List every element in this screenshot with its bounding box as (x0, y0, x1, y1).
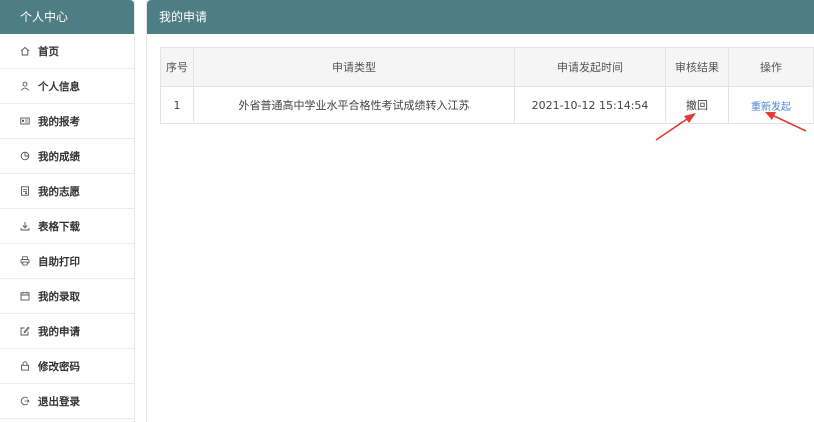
column-header-index: 序号 (160, 47, 194, 87)
sidebar-item-self-print[interactable]: 自助打印 (0, 244, 134, 279)
table-header-row: 序号 申请类型 申请发起时间 审核结果 操作 (160, 47, 814, 87)
sidebar-item-label: 我的成绩 (38, 150, 80, 163)
sidebar-item-label: 自助打印 (38, 255, 80, 268)
download-icon (20, 221, 30, 231)
page-title: 我的申请 (147, 0, 814, 34)
sidebar-item-my-exams[interactable]: 我的报考 (0, 104, 134, 139)
row-index: 1 (160, 86, 194, 124)
sidebar-item-label: 我的报考 (38, 115, 80, 128)
sidebar: 个人中心 首页 个人信息 我的报考 我的成绩 我的志愿 表格下载 自助打印 我的… (0, 0, 135, 422)
sidebar-title: 个人中心 (0, 0, 134, 34)
sidebar-item-label: 我的申请 (38, 325, 80, 338)
user-icon (20, 81, 30, 91)
form-icon (20, 186, 30, 196)
sidebar-item-profile[interactable]: 个人信息 (0, 69, 134, 104)
row-type: 外省普通高中学业水平合格性考试成绩转入江苏 (193, 86, 515, 124)
sidebar-item-my-choices[interactable]: 我的志愿 (0, 174, 134, 209)
sidebar-item-change-password[interactable]: 修改密码 (0, 349, 134, 384)
calendar-icon (20, 291, 30, 301)
sidebar-item-form-download[interactable]: 表格下载 (0, 209, 134, 244)
main-panel: 我的申请 序号 申请类型 申请发起时间 审核结果 操作 1 外省普通高中学业水平… (146, 0, 814, 422)
column-header-action: 操作 (728, 47, 814, 87)
printer-icon (20, 256, 30, 266)
resubmit-link[interactable]: 重新发起 (751, 102, 791, 113)
column-header-result: 审核结果 (665, 47, 729, 87)
sidebar-item-label: 首页 (38, 45, 59, 58)
sidebar-item-label: 退出登录 (38, 395, 80, 408)
sidebar-item-my-applications[interactable]: 我的申请 (0, 314, 134, 349)
column-header-time: 申请发起时间 (514, 47, 666, 87)
sidebar-item-label: 修改密码 (38, 360, 80, 373)
sidebar-item-label: 我的录取 (38, 290, 80, 303)
edit-icon (20, 326, 30, 336)
row-action-cell: 重新发起 (728, 86, 814, 124)
sidebar-item-home[interactable]: 首页 (0, 34, 134, 69)
column-header-type: 申请类型 (193, 47, 515, 87)
sidebar-item-label: 个人信息 (38, 80, 80, 93)
lock-icon (20, 361, 30, 371)
row-time: 2021-10-12 15:14:54 (514, 86, 666, 124)
sidebar-item-label: 表格下载 (38, 220, 80, 233)
applications-table: 序号 申请类型 申请发起时间 审核结果 操作 1 外省普通高中学业水平合格性考试… (160, 47, 814, 124)
row-result: 撤回 (665, 86, 729, 124)
logout-icon (20, 396, 30, 406)
table-row: 1 外省普通高中学业水平合格性考试成绩转入江苏 2021-10-12 15:14… (160, 86, 814, 124)
home-icon (20, 46, 30, 56)
sidebar-item-my-admission[interactable]: 我的录取 (0, 279, 134, 314)
sidebar-item-label: 我的志愿 (38, 185, 80, 198)
id-card-icon (20, 116, 30, 126)
pie-chart-icon (20, 151, 30, 161)
sidebar-item-logout[interactable]: 退出登录 (0, 384, 134, 419)
sidebar-item-my-scores[interactable]: 我的成绩 (0, 139, 134, 174)
